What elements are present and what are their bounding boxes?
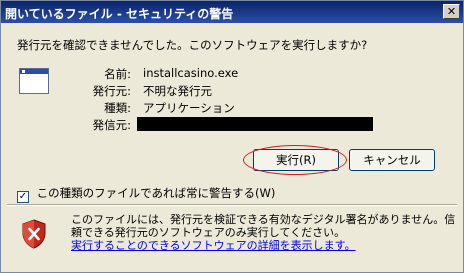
window-title: 開いているファイル - セキュリティの警告 [5,7,234,21]
source-value-redacted [137,117,373,131]
application-window-icon [19,68,49,94]
highlight-ellipse [243,145,347,175]
cancel-button[interactable]: キャンセル [349,149,435,171]
publisher-label: 発行元: [92,84,131,98]
source-label: 発信元: [92,118,131,132]
name-label: 名前: [104,67,131,81]
publisher-value: 不明な発行元 [143,84,212,98]
security-shield-x-icon [22,219,46,249]
always-warn-checkbox[interactable]: ✓ [17,191,29,203]
always-warn-label: この種類のファイルであれば常に警告する(W) [36,186,276,200]
security-warning-dialog: 開いているファイル - セキュリティの警告 ✕ 発行元を確認できませんでした。こ… [0,0,464,273]
divider [7,204,457,206]
type-value: アプリケーション [143,101,235,115]
always-warn-option[interactable]: ✓ この種類のファイルであれば常に警告する(W) [17,185,275,203]
warning-message: このファイルには、発行元を検証できる有効なデジタル署名がありません。信頼できる発… [71,213,456,252]
name-value: installcasino.exe [143,66,239,80]
type-label: 種類: [104,101,131,115]
warning-text: このファイルには、発行元を検証できる有効なデジタル署名がありません。信頼できる発… [71,213,456,239]
close-icon: ✕ [446,5,457,18]
question-text: 発行元を確認できませんでした。このソフトウェアを実行しますか? [17,38,368,52]
title-bar[interactable]: 開いているファイル - セキュリティの警告 ✕ [1,1,463,23]
close-button[interactable]: ✕ [443,4,460,19]
details-link[interactable]: 実行することのできるソフトウェアの詳細を表示します。 [71,239,356,252]
